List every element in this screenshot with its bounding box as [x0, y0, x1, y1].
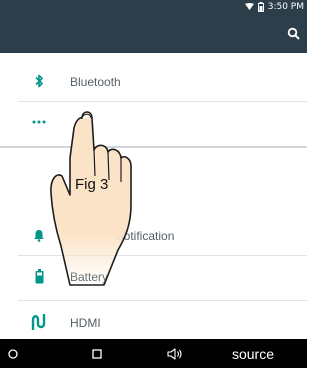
volume-icon	[167, 347, 182, 360]
search-button[interactable]	[287, 27, 301, 41]
section-divider	[0, 146, 307, 148]
bell-icon	[28, 224, 50, 246]
hdmi-icon	[28, 311, 50, 333]
source-label: source	[231, 345, 275, 362]
battery-icon	[257, 2, 264, 12]
home-circle-icon	[8, 348, 18, 359]
settings-item-label: Bluetooth	[70, 75, 121, 89]
divider	[18, 255, 307, 256]
divider	[18, 300, 307, 301]
settings-item-hdmi[interactable]: HDMI	[0, 308, 307, 338]
figure-caption: Fig 3	[75, 176, 109, 193]
battery-icon	[28, 265, 50, 287]
recents-square-icon	[92, 348, 102, 359]
navigation-bar: source	[0, 339, 307, 368]
home-button[interactable]	[4, 339, 22, 368]
volume-button[interactable]	[164, 339, 186, 368]
settings-item-more[interactable]	[0, 102, 307, 142]
bluetooth-icon	[28, 70, 50, 92]
source-button[interactable]: source	[226, 339, 280, 368]
wifi-icon	[244, 3, 254, 11]
more-icon	[28, 111, 50, 133]
settings-item-label: Battery	[70, 270, 109, 284]
toolbar	[0, 14, 307, 53]
recents-button[interactable]	[88, 339, 106, 368]
settings-item-label: HDMI	[70, 316, 101, 330]
search-icon	[287, 27, 300, 40]
status-time: 3:50 PM	[267, 2, 304, 12]
settings-item-notification[interactable]: notification	[0, 220, 307, 252]
settings-item-bluetooth[interactable]: Bluetooth	[0, 66, 307, 101]
status-icons: 3:50 PM	[244, 0, 304, 14]
settings-item-battery[interactable]: Battery	[0, 262, 307, 292]
settings-item-label: notification	[117, 229, 175, 243]
status-bar: 3:50 PM	[0, 0, 307, 14]
